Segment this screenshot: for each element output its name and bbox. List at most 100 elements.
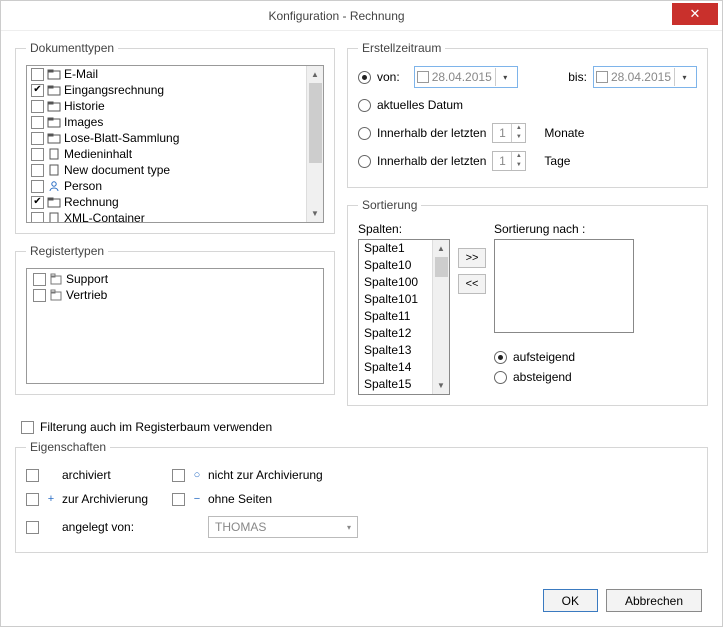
- doctype-item[interactable]: Eingangsrechnung: [27, 82, 323, 98]
- label-zurarch: zur Archivierung: [62, 492, 172, 506]
- registertypen-list[interactable]: SupportVertrieb: [26, 268, 324, 384]
- label-monate: Monate: [544, 126, 584, 140]
- spin-down-icon[interactable]: ▼: [512, 161, 525, 170]
- doctype-item[interactable]: Rechnung: [27, 194, 323, 210]
- spin-up-icon[interactable]: ▲: [512, 124, 525, 133]
- doctype-checkbox[interactable]: [31, 132, 44, 145]
- regtype-item[interactable]: Support: [29, 271, 321, 287]
- regtype-checkbox[interactable]: [33, 273, 46, 286]
- doctype-item[interactable]: Images: [27, 114, 323, 130]
- add-column-button[interactable]: >>: [458, 248, 486, 268]
- folder-icon: [47, 116, 61, 128]
- label-aktuell: aktuelles Datum: [377, 98, 463, 112]
- doctype-item[interactable]: Person: [27, 178, 323, 194]
- checkbox-nichtarch[interactable]: [172, 469, 185, 482]
- label-filterung: Filterung auch im Registerbaum verwenden: [40, 420, 272, 434]
- scroll-down-icon[interactable]: ▼: [307, 205, 323, 222]
- doctype-item[interactable]: Historie: [27, 98, 323, 114]
- legend-sortierung: Sortierung: [358, 198, 421, 212]
- doctype-item[interactable]: Lose-Blatt-Sammlung: [27, 130, 323, 146]
- regtype-item[interactable]: Vertrieb: [29, 287, 321, 303]
- radio-aufsteigend[interactable]: [494, 351, 507, 364]
- doctype-label: Medieninhalt: [64, 147, 132, 161]
- doctype-label: Rechnung: [64, 195, 119, 209]
- sortierung-group: Sortierung Spalten: Spalte1Spalte10Spalt…: [347, 198, 708, 406]
- label-absteigend: absteigend: [513, 370, 572, 384]
- checkbox-ohne[interactable]: [172, 493, 185, 506]
- tab-icon: [49, 289, 63, 301]
- close-button[interactable]: ✕: [672, 3, 718, 25]
- doctype-label: XML-Container: [64, 211, 145, 222]
- eigenschaften-group: Eigenschaften archiviert ○nicht zur Arch…: [15, 440, 708, 553]
- regtype-label: Support: [66, 272, 108, 286]
- doctype-checkbox[interactable]: [31, 148, 44, 161]
- scroll-up-icon[interactable]: ▲: [433, 240, 449, 257]
- remove-column-button[interactable]: <<: [458, 274, 486, 294]
- doctype-item[interactable]: E-Mail: [27, 66, 323, 82]
- combo-angelegt-von[interactable]: THOMAS▾: [208, 516, 358, 538]
- folder-icon: [47, 132, 61, 144]
- spin-monate[interactable]: ▲▼: [492, 123, 526, 143]
- page-icon: [47, 148, 61, 160]
- label-ohne: ohne Seiten: [208, 492, 697, 506]
- radio-aktuell[interactable]: [358, 99, 371, 112]
- date-bis[interactable]: 28.04.2015 ▾: [593, 66, 697, 88]
- spin-tage[interactable]: ▲▼: [492, 151, 526, 171]
- doctype-checkbox[interactable]: [31, 68, 44, 81]
- page-icon: [47, 212, 61, 222]
- date-checkbox-icon[interactable]: [417, 71, 429, 83]
- doctype-checkbox[interactable]: [31, 84, 44, 97]
- regtype-checkbox[interactable]: [33, 289, 46, 302]
- label-archiviert: archiviert: [62, 468, 172, 482]
- ok-button[interactable]: OK: [543, 589, 598, 612]
- doctype-item[interactable]: New document type: [27, 162, 323, 178]
- radio-von[interactable]: [358, 71, 371, 84]
- page-icon: [47, 164, 61, 176]
- doctype-label: New document type: [64, 163, 170, 177]
- scroll-down-icon[interactable]: ▼: [433, 377, 449, 394]
- doctype-item[interactable]: XML-Container: [27, 210, 323, 222]
- doctype-checkbox[interactable]: [31, 212, 44, 223]
- date-von[interactable]: 28.04.2015 ▾: [414, 66, 518, 88]
- checkbox-filterung[interactable]: [21, 421, 34, 434]
- spalten-list[interactable]: Spalte1Spalte10Spalte100Spalte101Spalte1…: [358, 239, 450, 395]
- date-checkbox-icon[interactable]: [596, 71, 608, 83]
- doctype-label: Person: [64, 179, 102, 193]
- dropdown-icon[interactable]: ▾: [674, 68, 694, 86]
- doctype-checkbox[interactable]: [31, 180, 44, 193]
- doctype-checkbox[interactable]: [31, 100, 44, 113]
- label-aufsteigend: aufsteigend: [513, 350, 575, 364]
- scroll-up-icon[interactable]: ▲: [307, 66, 323, 83]
- radio-tage[interactable]: [358, 155, 371, 168]
- radio-absteigend[interactable]: [494, 371, 507, 384]
- cancel-button[interactable]: Abbrechen: [606, 589, 702, 612]
- folder-icon: [47, 68, 61, 80]
- folder-icon: [47, 100, 61, 112]
- titlebar: Konfiguration - Rechnung ✕: [1, 1, 722, 31]
- doctype-checkbox[interactable]: [31, 164, 44, 177]
- label-spalten: Spalten:: [358, 222, 450, 236]
- sortnach-list[interactable]: [494, 239, 634, 333]
- scrollbar[interactable]: ▲ ▼: [432, 240, 449, 394]
- checkbox-zurarch[interactable]: [26, 493, 39, 506]
- erstellzeitraum-group: Erstellzeitraum von: 28.04.2015 ▾ bis: 2…: [347, 41, 708, 188]
- scroll-thumb[interactable]: [435, 257, 448, 277]
- doctype-item[interactable]: Medieninhalt: [27, 146, 323, 162]
- radio-monate[interactable]: [358, 127, 371, 140]
- checkbox-archiviert[interactable]: [26, 469, 39, 482]
- legend-registertypen: Registertypen: [26, 244, 108, 258]
- label-tage: Tage: [544, 154, 570, 168]
- scroll-thumb[interactable]: [309, 83, 322, 163]
- checkbox-angelegt[interactable]: [26, 521, 39, 534]
- doctype-checkbox[interactable]: [31, 116, 44, 129]
- chevron-down-icon: ▾: [347, 523, 351, 532]
- spin-up-icon[interactable]: ▲: [512, 152, 525, 161]
- doctype-label: Lose-Blatt-Sammlung: [64, 131, 179, 145]
- scrollbar[interactable]: ▲ ▼: [306, 66, 323, 222]
- dokumenttypen-list[interactable]: E-MailEingangsrechnungHistorieImagesLose…: [26, 65, 324, 223]
- dropdown-icon[interactable]: ▾: [495, 68, 515, 86]
- dokumenttypen-group: Dokumenttypen E-MailEingangsrechnungHist…: [15, 41, 335, 234]
- person-icon: [47, 180, 61, 192]
- doctype-checkbox[interactable]: [31, 196, 44, 209]
- spin-down-icon[interactable]: ▼: [512, 133, 525, 142]
